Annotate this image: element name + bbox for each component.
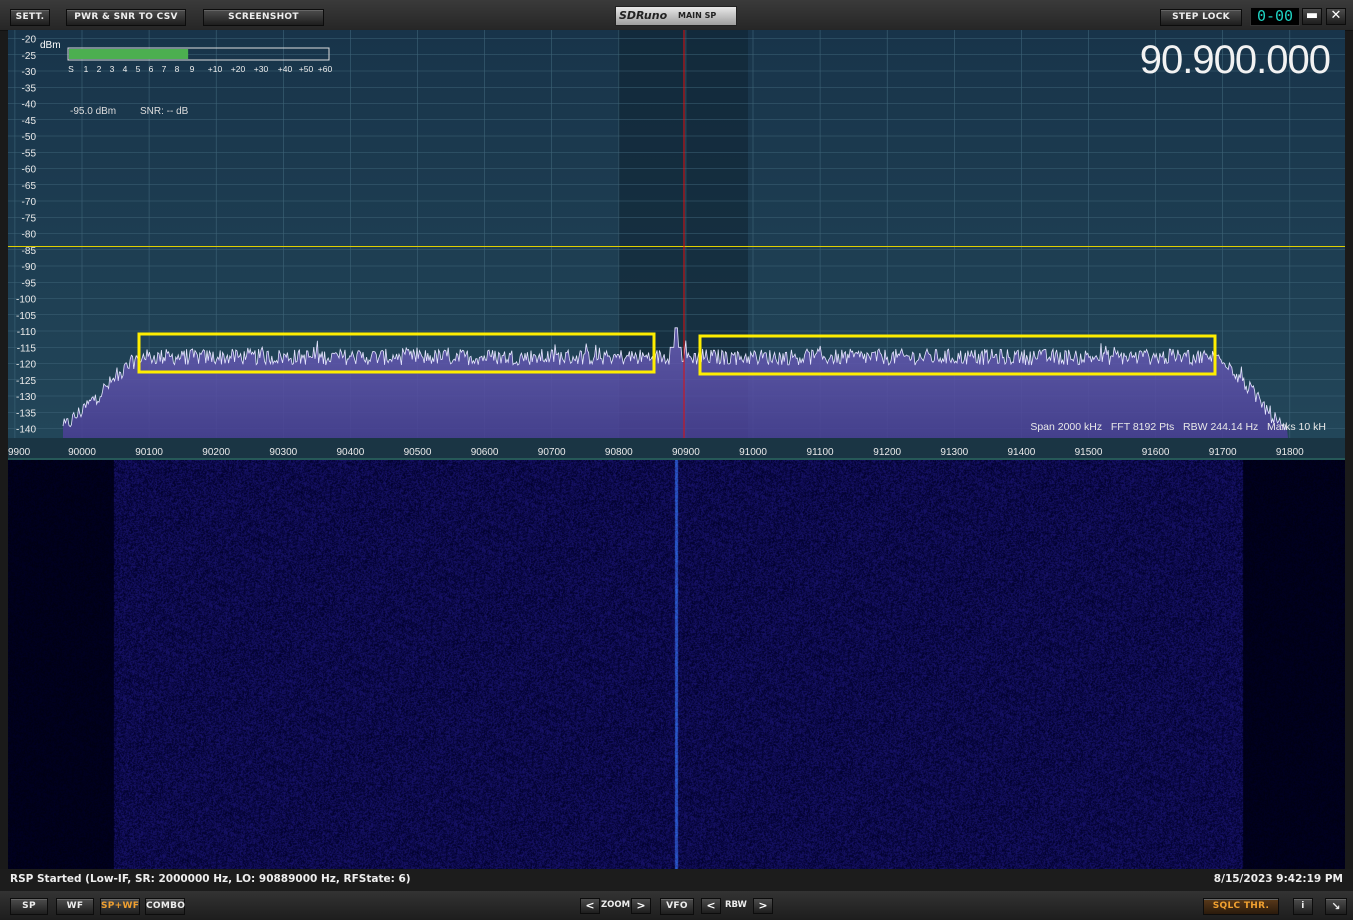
s-meter-label: +60 [318,64,333,74]
x-tick-label: 90100 [135,447,163,458]
x-tick-label: 90600 [471,447,499,458]
y-tick-label: -60 [22,165,37,176]
s-meter-label: 3 [110,64,115,74]
y-tick-label: -80 [22,230,37,241]
snr-readout: SNR: -- dB [140,106,189,117]
x-tick-label: 90300 [269,447,297,458]
status-message: RSP Started (Low-IF, SR: 2000000 Hz, LO:… [10,873,411,885]
pwr-snr-csv-button[interactable]: PWR & SNR TO CSV [66,9,186,26]
spectrum-info: Span 2000 kHz FFT 8192 Pts RBW 244.14 Hz… [1030,421,1326,433]
y-tick-label: -75 [22,213,37,224]
waterfall-display[interactable] [8,460,1345,869]
x-tick-label: 90200 [202,447,230,458]
close-icon[interactable]: ✕ [1326,8,1346,25]
wf-mode-button[interactable]: WF [56,898,94,915]
x-tick-label: 90000 [68,447,96,458]
rbw-decrease-button[interactable]: < [701,898,721,914]
rbw-increase-button[interactable]: > [753,898,773,914]
y-tick-label: -50 [22,132,37,143]
sqlc-threshold-button[interactable]: SQLC THR. [1203,898,1279,915]
resize-icon[interactable]: ↘ [1325,898,1347,915]
screenshot-button[interactable]: SCREENSHOT [203,9,324,26]
y-tick-label: -125 [16,376,36,387]
s-meter-label: 8 [175,64,180,74]
x-tick-label: 90500 [404,447,432,458]
y-tick-label: -135 [16,408,36,419]
y-tick-label: -100 [16,295,36,306]
s-meter-label: +30 [254,64,269,74]
x-tick-label: 91200 [873,447,901,458]
y-tick-label: -35 [22,83,37,94]
waterfall-canvas [8,460,1345,869]
frequency-display[interactable]: 90.900.000 [1140,38,1331,82]
x-tick-label: 91700 [1209,447,1237,458]
s-meter-label: 1 [84,64,89,74]
s-meter-fill [69,49,189,59]
x-tick-label: 90700 [538,447,566,458]
x-tick-label: 9900 [8,447,31,458]
step-display: 0-00 [1250,7,1300,26]
y-tick-label: -105 [16,311,36,322]
unit-label: dBm [40,40,61,51]
x-tick-label: 90900 [672,447,700,458]
x-tick-label: 91600 [1142,447,1170,458]
rbw-label: RBW [725,900,747,910]
sp-mode-button[interactable]: SP [10,898,48,915]
x-tick-label: 91400 [1007,447,1035,458]
x-tick-label: 91100 [807,447,835,458]
sp-wf-mode-button[interactable]: SP+WF [100,898,140,915]
y-tick-label: -25 [22,51,37,62]
y-tick-label: -130 [16,392,36,403]
s-meter-label: S [68,64,74,74]
y-tick-label: -85 [22,246,37,257]
settings-button[interactable]: SETT. [10,9,50,26]
spectrum-display[interactable]: -20 -25 -30 -35 -40 -45 -50 -55 -60 -65 -70 -75 -80 -… [8,30,1345,460]
y-tick-label: -65 [22,181,37,192]
step-lock-button[interactable]: STEP LOCK [1160,9,1242,26]
s-meter-label: +20 [231,64,246,74]
s-meter-label: 4 [123,64,128,74]
combo-mode-button[interactable]: COMBO [145,898,185,915]
s-meter-label: +50 [299,64,314,74]
s-meter-label: 9 [190,64,195,74]
zoom-in-button[interactable]: > [631,898,651,914]
y-tick-label: -110 [17,327,37,338]
s-meter-label: 6 [149,64,154,74]
y-tick-label: -30 [22,67,37,78]
power-readout: -95.0 dBm [70,106,116,117]
x-tick-label: 91800 [1276,447,1304,458]
y-tick-label: -55 [22,148,37,159]
x-tick-label: 91500 [1075,447,1103,458]
zoom-out-button[interactable]: < [580,898,600,914]
y-tick-label: -70 [22,197,37,208]
x-tick-label: 90800 [605,447,633,458]
window-name: MAIN SP [678,11,717,20]
status-bar: RSP Started (Low-IF, SR: 2000000 Hz, LO:… [0,869,1353,891]
s-meter-label: 7 [162,64,167,74]
y-tick-label: -140 [16,425,36,436]
status-datetime: 8/15/2023 9:42:19 PM [1213,873,1343,885]
y-tick-label: -115 [17,343,37,354]
s-meter-label: +10 [208,64,223,74]
minimize-icon[interactable]: ▬ [1302,8,1322,25]
s-meter-label: 2 [97,64,102,74]
y-tick-label: -45 [22,116,37,127]
info-button[interactable]: i [1293,898,1313,915]
zoom-label: ZOOM [601,900,631,910]
vfo-button[interactable]: VFO [660,898,694,915]
s-meter-label: 5 [136,64,141,74]
y-tick-label: -40 [22,100,37,111]
s-meter-label: +40 [278,64,293,74]
x-tick-label: 91300 [940,447,968,458]
app-logo: SDRuno [619,9,668,22]
y-tick-label: -120 [16,360,36,371]
window-title: SDRuno MAIN SP [615,6,737,26]
y-tick-label: -90 [22,262,37,273]
y-tick-label: -20 [22,35,37,46]
x-tick-label: 90400 [336,447,364,458]
x-tick-label: 91000 [739,447,767,458]
y-tick-label: -95 [22,278,37,289]
